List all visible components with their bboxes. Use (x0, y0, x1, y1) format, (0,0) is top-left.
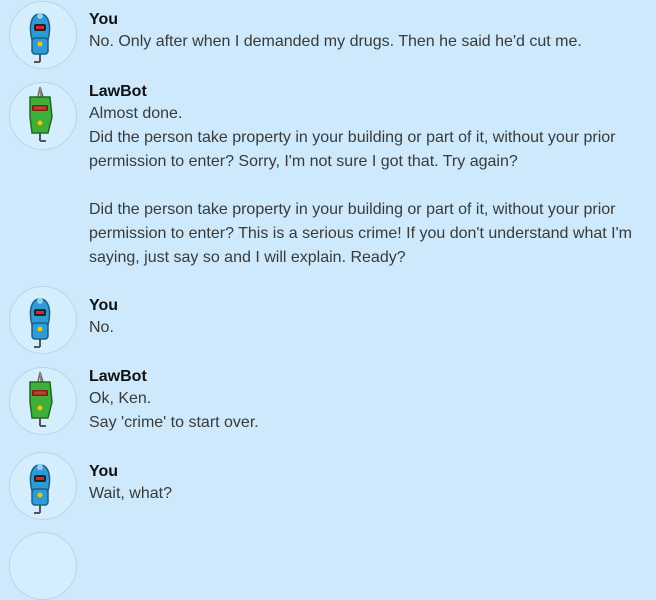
message-text: Ok, Ken. (89, 390, 152, 407)
chat-message-user: You No. Only after when I demanded my dr… (0, 0, 656, 69)
message-text: Did the person take property in your bui… (89, 129, 616, 146)
chat-message-user: You Wait, what? (0, 452, 656, 520)
green-robot-icon (9, 367, 77, 435)
chat-log: You No. Only after when I demanded my dr… (0, 0, 656, 600)
message-text: No. (89, 319, 114, 336)
message-text: No. Only after when I demanded my drugs.… (89, 33, 582, 50)
message-text: Wait, what? (89, 485, 172, 502)
green-robot-icon (9, 82, 77, 150)
message-text: Did the person take property in your bui… (89, 201, 616, 218)
chat-message-bot: LawBot Ok, Ken. Say 'crime' to start ove… (0, 367, 656, 437)
sender-name: You (89, 11, 119, 28)
chat-message-bot: LawBot Almost done. Did the person take … (0, 82, 656, 272)
sender-name: You (89, 463, 119, 480)
blue-robot-icon (9, 452, 77, 520)
blue-robot-icon (9, 1, 77, 69)
message-text: saying, just say so and I will explain. … (89, 249, 406, 266)
message-text: Almost done. (89, 105, 183, 122)
sender-name: LawBot (89, 368, 147, 385)
sender-name: You (89, 297, 119, 314)
avatar-partial (9, 532, 77, 600)
message-text: permission to enter? Sorry, I'm not sure… (89, 153, 518, 170)
message-text: Say 'crime' to start over. (89, 414, 259, 431)
blue-robot-icon (9, 286, 77, 354)
message-text: permission to enter? This is a serious c… (89, 225, 632, 242)
sender-name: LawBot (89, 83, 147, 100)
chat-message-user: You No. (0, 286, 656, 354)
